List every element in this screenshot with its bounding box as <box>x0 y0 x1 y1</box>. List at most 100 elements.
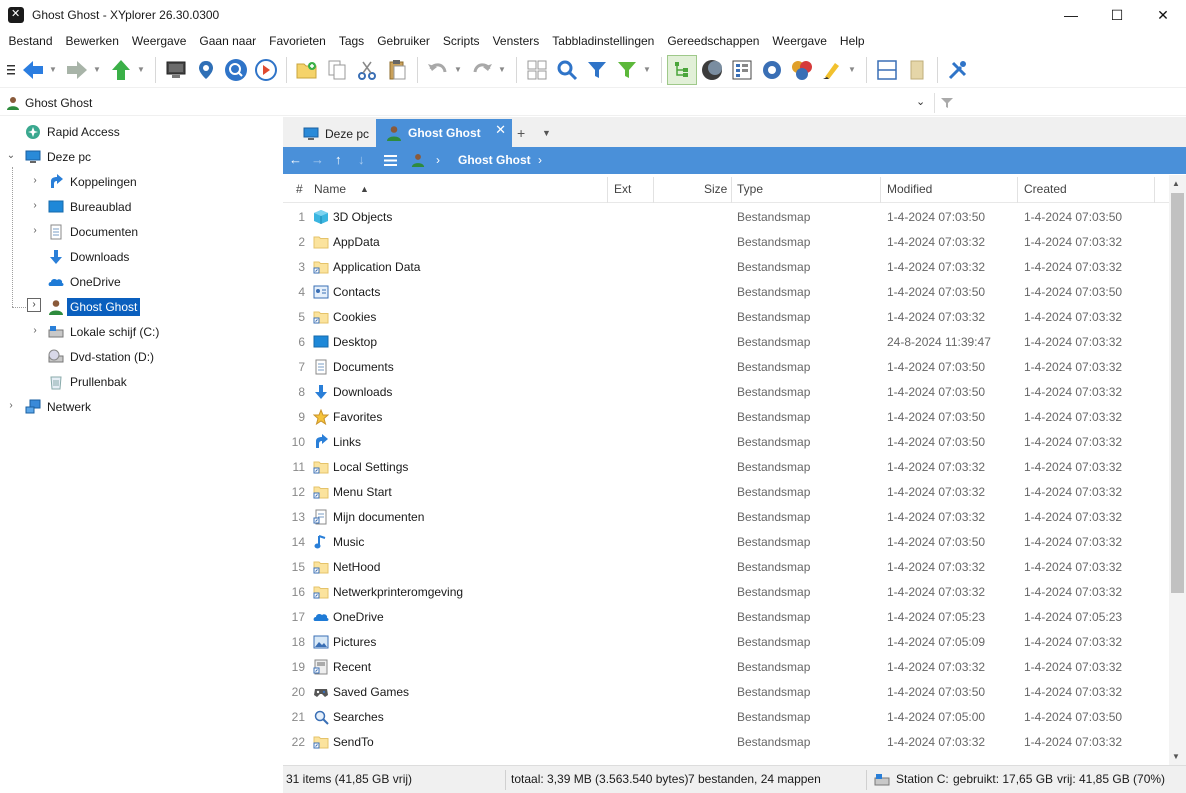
file-name[interactable]: Links <box>333 435 361 449</box>
scroll-up-icon[interactable]: ▲ <box>1172 179 1180 188</box>
preview-pane-icon[interactable] <box>902 55 932 85</box>
menu-tabbladinstellingen[interactable]: Tabbladinstellingen <box>546 30 661 52</box>
tab-close-icon[interactable]: ✕ <box>495 122 506 138</box>
table-row[interactable]: 9 Favorites Bestandsmap 1-4-2024 07:03:50 1-… <box>283 405 1169 430</box>
go-to-icon[interactable] <box>251 55 281 85</box>
tree-item-downloads[interactable]: Downloads <box>0 246 283 268</box>
view-grid-icon[interactable] <box>522 55 552 85</box>
menu-bewerken[interactable]: Bewerken <box>59 30 125 52</box>
menu-help[interactable]: Help <box>833 30 871 52</box>
up-dropdown-icon[interactable]: ▼ <box>136 55 146 85</box>
tree-item-koppelingen[interactable]: › Koppelingen <box>0 171 283 193</box>
paste-icon[interactable] <box>382 55 412 85</box>
file-name[interactable]: Menu Start <box>333 485 392 499</box>
col-modified[interactable]: Modified <box>887 175 932 203</box>
dual-pane-icon[interactable] <box>872 55 902 85</box>
toolbar-menu-icon[interactable] <box>4 55 18 85</box>
file-name[interactable]: AppData <box>333 235 380 249</box>
find-icon[interactable] <box>221 55 251 85</box>
table-row[interactable]: 22 SendTo Bestandsmap 1-4-2024 07:03:32 1-4-… <box>283 730 1169 755</box>
file-name[interactable]: Favorites <box>333 410 382 424</box>
brush-dropdown-icon[interactable]: ▼ <box>847 55 857 85</box>
file-name[interactable]: Searches <box>333 710 384 724</box>
col-num[interactable]: # <box>296 175 303 203</box>
file-name[interactable]: Desktop <box>333 335 377 349</box>
back-dropdown-icon[interactable]: ▼ <box>48 55 58 85</box>
expand-chevron-icon[interactable]: › <box>30 325 40 336</box>
table-row[interactable]: 7 Documents Bestandsmap 1-4-2024 07:03:50 1-… <box>283 355 1169 380</box>
menu-gereedschappen[interactable]: Gereedschappen <box>661 30 766 52</box>
menu-favorieten[interactable]: Favorieten <box>263 30 333 52</box>
search-icon[interactable] <box>552 55 582 85</box>
expand-chevron-icon[interactable]: › <box>30 225 40 236</box>
table-row[interactable]: 21 Searches Bestandsmap 1-4-2024 07:05:00 1-… <box>283 705 1169 730</box>
table-row[interactable]: 15 NetHood Bestandsmap 1-4-2024 07:03:32 1-4… <box>283 555 1169 580</box>
table-row[interactable]: 6 Desktop Bestandsmap 24-8-2024 11:39:47 1-4… <box>283 330 1169 355</box>
highlight-brush-icon[interactable] <box>817 55 847 85</box>
computer-icon[interactable] <box>161 55 191 85</box>
copy-icon[interactable] <box>322 55 352 85</box>
file-name[interactable]: Contacts <box>333 285 380 299</box>
file-name[interactable]: Downloads <box>333 385 392 399</box>
table-row[interactable]: 3 Application Data Bestandsmap 1-4-2024 07:… <box>283 255 1169 280</box>
address-dropdown-icon[interactable]: ⌄ <box>916 95 925 108</box>
tree-item-bureaublad[interactable]: › Bureaublad <box>0 196 283 218</box>
tab-ghost-ghost[interactable]: Ghost Ghost ✕ <box>376 119 512 147</box>
tab-list-dropdown-icon[interactable]: ▼ <box>542 128 551 138</box>
file-name[interactable]: Local Settings <box>333 460 408 474</box>
table-row[interactable]: 17 OneDrive Bestandsmap 1-4-2024 07:05:23 1-… <box>283 605 1169 630</box>
expand-chevron-icon[interactable]: › <box>27 298 41 312</box>
address-path[interactable]: Ghost Ghost <box>25 96 92 110</box>
tools-icon[interactable] <box>943 55 973 85</box>
collapse-chevron-icon[interactable]: ⌄ <box>6 150 16 161</box>
dark-mode-icon[interactable] <box>697 55 727 85</box>
file-name[interactable]: SendTo <box>333 735 374 749</box>
breadcrumb-current[interactable]: Ghost Ghost <box>458 153 531 167</box>
scroll-down-icon[interactable]: ▼ <box>1172 752 1180 761</box>
tab-deze-pc[interactable]: Deze pc <box>293 121 383 147</box>
menu-tags[interactable]: Tags <box>332 30 370 52</box>
col-ext[interactable]: Ext <box>614 175 631 203</box>
expand-chevron-icon[interactable]: › <box>6 400 16 411</box>
cut-icon[interactable] <box>352 55 382 85</box>
menu-weergave[interactable]: Weergave <box>125 30 192 52</box>
settings-gear-icon[interactable] <box>757 55 787 85</box>
tree-item-onedrive[interactable]: OneDrive <box>0 271 283 293</box>
forward-arrow-icon[interactable] <box>62 55 92 85</box>
undo-dropdown-icon[interactable]: ▼ <box>453 55 463 85</box>
table-row[interactable]: 8 Downloads Bestandsmap 1-4-2024 07:03:50 1-… <box>283 380 1169 405</box>
file-name[interactable]: Pictures <box>333 635 376 649</box>
file-name[interactable]: 3D Objects <box>333 210 392 224</box>
table-row[interactable]: 11 Local Settings Bestandsmap 1-4-2024 07:0… <box>283 455 1169 480</box>
table-row[interactable]: 12 Menu Start Bestandsmap 1-4-2024 07:03:32… <box>283 480 1169 505</box>
col-size[interactable]: Size <box>704 175 727 203</box>
table-row[interactable]: 4 Contacts Bestandsmap 1-4-2024 07:03:50 1-4… <box>283 280 1169 305</box>
table-row[interactable]: 1 3D Objects Bestandsmap 1-4-2024 07:03:50 1… <box>283 205 1169 230</box>
table-row[interactable]: 14 Music Bestandsmap 1-4-2024 07:03:50 1-4-2… <box>283 530 1169 555</box>
table-row[interactable]: 16 Netwerkprinteromgeving Bestandsmap 1-4-2… <box>283 580 1169 605</box>
table-row[interactable]: 18 Pictures Bestandsmap 1-4-2024 07:05:09 1-… <box>283 630 1169 655</box>
filter-dropdown-icon[interactable]: ▼ <box>642 55 652 85</box>
expand-chevron-icon[interactable]: › <box>30 200 40 211</box>
forward-dropdown-icon[interactable]: ▼ <box>92 55 102 85</box>
maximize-button[interactable]: ☐ <box>1094 0 1140 30</box>
tree-item-rapid-access[interactable]: Rapid Access <box>0 121 283 143</box>
menu-vensters[interactable]: Vensters <box>486 30 546 52</box>
scroll-thumb[interactable] <box>1171 193 1184 593</box>
breadcrumb-chevron-icon[interactable]: › <box>436 153 440 167</box>
tree-toggle-icon[interactable] <box>667 54 697 85</box>
file-name[interactable]: Mijn documenten <box>333 510 424 524</box>
file-name[interactable]: NetHood <box>333 560 380 574</box>
menu-gaan-naar[interactable]: Gaan naar <box>193 30 263 52</box>
undo-icon[interactable] <box>423 55 453 85</box>
menu-gebruiker[interactable]: Gebruiker <box>371 30 437 52</box>
tree-item-documenten[interactable]: › Documenten <box>0 221 283 243</box>
address-bar[interactable]: Ghost Ghost ⌄ <box>0 90 1186 116</box>
address-filter-icon[interactable] <box>940 96 954 110</box>
menu-bestand[interactable]: Bestand <box>2 30 59 52</box>
location-pin-icon[interactable] <box>191 55 221 85</box>
vertical-scrollbar[interactable]: ▲ ▼ <box>1169 175 1186 765</box>
thumbnail-view-icon[interactable] <box>727 55 757 85</box>
up-arrow-icon[interactable] <box>106 55 136 85</box>
breadcrumb-chevron-icon[interactable]: › <box>538 153 542 167</box>
